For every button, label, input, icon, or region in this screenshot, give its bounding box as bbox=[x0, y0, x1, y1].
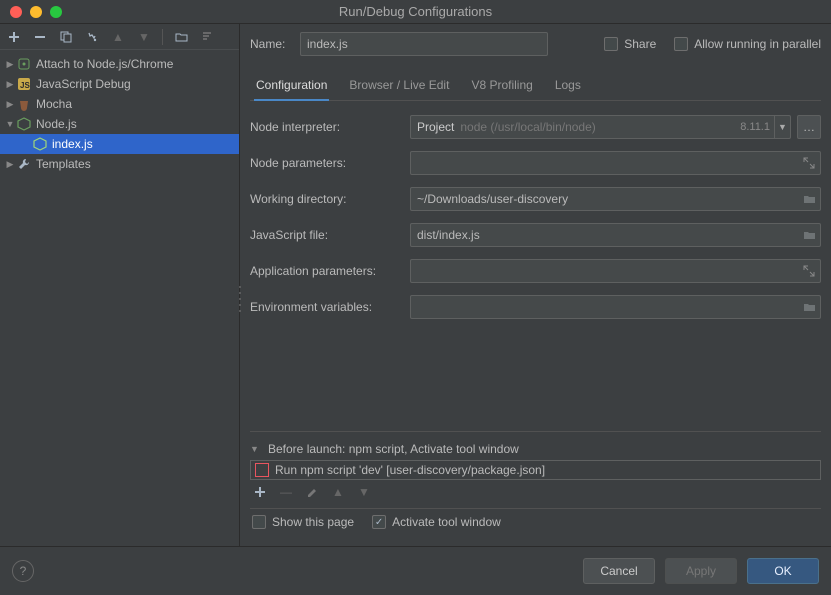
ok-button[interactable]: OK bbox=[747, 558, 819, 584]
move-down-task-icon[interactable]: ▼ bbox=[356, 484, 372, 500]
tab-bar: Configuration Browser / Live Edit V8 Pro… bbox=[250, 72, 821, 101]
env-vars-field[interactable] bbox=[411, 300, 798, 314]
chevron-right-icon: ▶ bbox=[4, 79, 16, 90]
apply-button[interactable]: Apply bbox=[665, 558, 737, 584]
copy-config-icon[interactable] bbox=[58, 29, 74, 45]
tab-configuration[interactable]: Configuration bbox=[256, 72, 327, 100]
chevron-down-icon[interactable]: ▼ bbox=[774, 116, 790, 138]
app-params-field[interactable] bbox=[411, 264, 798, 278]
interpreter-version: 8.11.1 bbox=[740, 121, 774, 133]
chevron-right-icon: ▶ bbox=[4, 59, 16, 70]
tree-label: Mocha bbox=[36, 97, 72, 111]
app-params-label: Application parameters: bbox=[250, 264, 410, 278]
configurations-sidebar: ▲ ▼ ▶ Attach to Node.js/Chrome ▶ JS bbox=[0, 24, 240, 546]
tree-label: Node.js bbox=[36, 117, 77, 131]
move-down-icon[interactable]: ▼ bbox=[136, 29, 152, 45]
tree-item-mocha[interactable]: ▶ Mocha bbox=[0, 94, 239, 114]
add-config-icon[interactable] bbox=[6, 29, 22, 45]
activate-tool-checkbox[interactable]: ✓ bbox=[372, 515, 386, 529]
parallel-checkbox[interactable] bbox=[674, 37, 688, 51]
node-params-field[interactable] bbox=[411, 156, 798, 170]
interpreter-prefix: Project bbox=[411, 120, 460, 134]
app-params-input[interactable] bbox=[410, 259, 821, 283]
tree-item-attach-node[interactable]: ▶ Attach to Node.js/Chrome bbox=[0, 54, 239, 74]
node-file-icon bbox=[32, 136, 48, 152]
tree-item-templates[interactable]: ▶ Templates bbox=[0, 154, 239, 174]
main-panel: Name: Share Allow running in parallel Co… bbox=[240, 24, 831, 546]
before-launch-title: Before launch: npm script, Activate tool… bbox=[268, 442, 519, 456]
env-vars-input[interactable] bbox=[410, 295, 821, 319]
edit-task-icon[interactable] bbox=[304, 484, 320, 500]
name-label: Name: bbox=[250, 37, 300, 51]
move-up-icon[interactable]: ▲ bbox=[110, 29, 126, 45]
split-handle-icon[interactable] bbox=[237, 284, 243, 314]
mocha-icon bbox=[16, 96, 32, 112]
workdir-field[interactable] bbox=[411, 192, 798, 206]
tree-label: JavaScript Debug bbox=[36, 77, 131, 91]
tab-v8-profiling[interactable]: V8 Profiling bbox=[471, 72, 532, 100]
tree-item-js-debug[interactable]: ▶ JS JavaScript Debug bbox=[0, 74, 239, 94]
jsfile-label: JavaScript file: bbox=[250, 228, 410, 242]
sidebar-toolbar: ▲ ▼ bbox=[0, 24, 239, 50]
cancel-button[interactable]: Cancel bbox=[583, 558, 655, 584]
node-interpreter-select[interactable]: Project node (/usr/local/bin/node) 8.11.… bbox=[410, 115, 791, 139]
jsfile-input[interactable] bbox=[410, 223, 821, 247]
tree-label: Attach to Node.js/Chrome bbox=[36, 57, 173, 71]
jsfile-field[interactable] bbox=[411, 228, 798, 242]
config-tree: ▶ Attach to Node.js/Chrome ▶ JS JavaScri… bbox=[0, 50, 239, 546]
save-config-icon[interactable] bbox=[84, 29, 100, 45]
tree-item-nodejs[interactable]: ▼ Node.js bbox=[0, 114, 239, 134]
chevron-down-icon: ▼ bbox=[4, 119, 16, 129]
tab-logs[interactable]: Logs bbox=[555, 72, 581, 100]
interpreter-path: node (/usr/local/bin/node) bbox=[460, 120, 740, 134]
tree-item-index-js[interactable]: index.js bbox=[0, 134, 239, 154]
expand-icon[interactable] bbox=[798, 152, 820, 174]
folder-icon[interactable] bbox=[798, 188, 820, 210]
share-checkbox[interactable] bbox=[604, 37, 618, 51]
window-title: Run/Debug Configurations bbox=[0, 4, 831, 19]
svg-text:JS: JS bbox=[20, 81, 30, 90]
node-attach-icon bbox=[16, 56, 32, 72]
before-launch-header[interactable]: ▼ Before launch: npm script, Activate to… bbox=[250, 438, 821, 460]
tab-browser-live-edit[interactable]: Browser / Live Edit bbox=[349, 72, 449, 100]
chevron-down-icon: ▼ bbox=[250, 444, 262, 454]
separator bbox=[162, 29, 163, 45]
activate-tool-label: Activate tool window bbox=[392, 515, 501, 529]
expand-icon[interactable] bbox=[798, 260, 820, 282]
remove-config-icon[interactable] bbox=[32, 29, 48, 45]
before-launch-list[interactable]: Run npm script 'dev' [user-discovery/pac… bbox=[250, 460, 821, 480]
folder-icon[interactable] bbox=[798, 224, 820, 246]
sort-config-icon[interactable] bbox=[199, 29, 215, 45]
npm-icon bbox=[255, 463, 269, 477]
parallel-label: Allow running in parallel bbox=[694, 37, 821, 51]
before-launch-item: Run npm script 'dev' [user-discovery/pac… bbox=[275, 463, 545, 477]
folder-config-icon[interactable] bbox=[173, 29, 189, 45]
node-icon bbox=[16, 116, 32, 132]
chevron-right-icon: ▶ bbox=[4, 99, 16, 110]
tree-label: index.js bbox=[52, 137, 93, 151]
help-button[interactable]: ? bbox=[12, 560, 34, 582]
folder-icon[interactable] bbox=[798, 296, 820, 318]
workdir-input[interactable] bbox=[410, 187, 821, 211]
add-task-icon[interactable] bbox=[252, 484, 268, 500]
node-params-label: Node parameters: bbox=[250, 156, 410, 170]
env-vars-label: Environment variables: bbox=[250, 300, 410, 314]
browse-interpreter-button[interactable]: … bbox=[797, 115, 821, 139]
tree-label: Templates bbox=[36, 157, 91, 171]
move-up-task-icon[interactable]: ▲ bbox=[330, 484, 346, 500]
node-interpreter-label: Node interpreter: bbox=[250, 120, 410, 134]
wrench-icon bbox=[16, 156, 32, 172]
before-launch-toolbar: — ▲ ▼ bbox=[250, 480, 821, 508]
title-bar: Run/Debug Configurations bbox=[0, 0, 831, 24]
show-page-checkbox[interactable] bbox=[252, 515, 266, 529]
node-params-input[interactable] bbox=[410, 151, 821, 175]
share-label: Share bbox=[624, 37, 656, 51]
dialog-footer: ? Cancel Apply OK bbox=[0, 546, 831, 594]
show-page-label: Show this page bbox=[272, 515, 354, 529]
workdir-label: Working directory: bbox=[250, 192, 410, 206]
remove-task-icon[interactable]: — bbox=[278, 484, 294, 500]
js-debug-icon: JS bbox=[16, 76, 32, 92]
chevron-right-icon: ▶ bbox=[4, 159, 16, 170]
name-input[interactable] bbox=[300, 32, 548, 56]
